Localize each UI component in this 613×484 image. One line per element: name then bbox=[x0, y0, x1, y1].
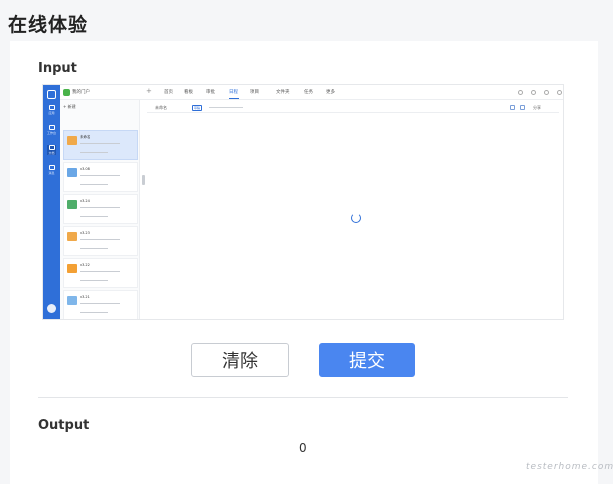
shot-app-name: 我的门户 bbox=[72, 90, 90, 95]
shot-sidebar: 应用 工作台 文档 消息 bbox=[43, 85, 60, 319]
shot-nav-item: 应用 bbox=[47, 105, 56, 115]
input-label: Input bbox=[38, 61, 77, 76]
shot-bell-icon bbox=[48, 165, 55, 170]
shot-tab: 更多 bbox=[326, 90, 335, 95]
shot-tab: 项目 bbox=[250, 90, 259, 95]
shot-list-item: v3.21 bbox=[63, 290, 138, 319]
shot-tab: 任务 bbox=[304, 90, 313, 95]
shot-user-icon bbox=[557, 90, 562, 95]
shot-list-item: v3.22 bbox=[63, 258, 138, 288]
shot-search-icon bbox=[518, 90, 523, 95]
demo-card: Input 应用 工作台 文档 消息 我的门户 + 首页 看板 审批 日程 项目… bbox=[10, 41, 598, 484]
submit-button[interactable]: 提交 bbox=[319, 343, 415, 377]
shot-thumb bbox=[67, 264, 77, 273]
shot-tab: 首页 bbox=[164, 90, 173, 95]
shot-app-icon bbox=[63, 89, 70, 96]
shot-thumb bbox=[67, 232, 77, 241]
loading-spinner-icon bbox=[351, 213, 361, 223]
divider bbox=[38, 397, 568, 398]
shot-nav-item: 消息 bbox=[47, 165, 56, 175]
shot-bell-icon bbox=[544, 90, 549, 95]
shot-thumb bbox=[67, 200, 77, 209]
shot-plus-icon: + bbox=[146, 87, 152, 95]
shot-share-label: 分享 bbox=[533, 105, 541, 110]
shot-list-item: v3.24 bbox=[63, 194, 138, 224]
shot-tab: 文件夹 bbox=[276, 90, 290, 95]
shot-edit-icon bbox=[510, 105, 515, 110]
watermark: testerhome.com bbox=[526, 462, 613, 472]
shot-nav-item: 文档 bbox=[47, 145, 56, 155]
shot-topbar: 我的门户 + 首页 看板 审批 日程 项目 文件夹 任务 更多 bbox=[60, 85, 563, 100]
output-value: 0 bbox=[299, 441, 307, 455]
input-image: 应用 工作台 文档 消息 我的门户 + 首页 看板 审批 日程 项目 文件夹 任… bbox=[42, 84, 564, 320]
shot-list-item: v3.08 bbox=[63, 162, 138, 192]
clear-button[interactable]: 清除 bbox=[191, 343, 289, 377]
shot-tab: 日程 bbox=[229, 90, 238, 95]
page-title: 在线体验 bbox=[8, 14, 89, 36]
shot-tab-indicator bbox=[229, 98, 239, 99]
shot-desk-icon bbox=[48, 125, 55, 130]
shot-list-item: 未命名 bbox=[63, 130, 138, 160]
shot-status-badge: 草稿 bbox=[192, 105, 203, 111]
shot-list-item: v3.23 bbox=[63, 226, 138, 256]
shot-avatar bbox=[47, 304, 56, 313]
shot-thumb bbox=[67, 168, 77, 177]
shot-list-header: + 新建 bbox=[63, 104, 76, 109]
shot-tab: 看板 bbox=[184, 90, 193, 95]
shot-nav-item: 工作台 bbox=[47, 125, 56, 135]
shot-doc-icon bbox=[48, 145, 55, 150]
shot-logo-icon bbox=[47, 90, 56, 99]
shot-splitter bbox=[142, 175, 145, 185]
output-label: Output bbox=[38, 418, 90, 433]
shot-tab: 审批 bbox=[206, 90, 215, 95]
shot-detail-title: 未命名 bbox=[155, 105, 167, 110]
shot-help-icon bbox=[531, 90, 536, 95]
shot-list: + 新建 未命名 v3.08 v3.24 v3.23 v3.22 v3.21 bbox=[60, 100, 140, 319]
shot-thumb bbox=[67, 296, 77, 305]
shot-detail-bar: 未命名 草稿 分享 bbox=[147, 102, 559, 113]
shot-app-icon bbox=[48, 105, 55, 110]
shot-copy-icon bbox=[520, 105, 525, 110]
shot-thumb bbox=[67, 136, 77, 145]
